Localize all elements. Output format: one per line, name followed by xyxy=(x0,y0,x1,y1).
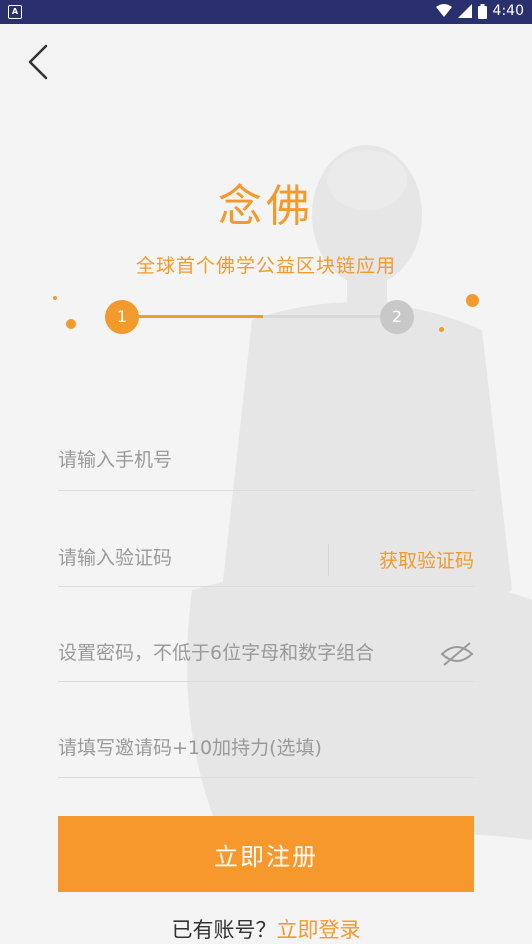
decor-dot xyxy=(439,327,444,332)
phone-input[interactable] xyxy=(58,440,474,480)
app-logo: 念佛 xyxy=(218,181,314,232)
decor-dot xyxy=(66,319,76,329)
step-progress-active xyxy=(138,315,263,318)
back-arrow-icon[interactable] xyxy=(22,40,58,84)
signal-icon xyxy=(457,4,472,18)
eye-hidden-icon[interactable] xyxy=(440,641,474,667)
decor-dot xyxy=(53,296,57,300)
get-code-button[interactable]: 获取验证码 xyxy=(379,546,474,573)
login-prompt-row: 已有账号？立即登录 xyxy=(0,914,532,944)
register-button[interactable]: 立即注册 xyxy=(58,816,474,892)
divider xyxy=(328,544,329,576)
status-bar: A 4:40 xyxy=(0,0,532,24)
step-1-indicator: 1 xyxy=(105,300,139,334)
login-prompt-text: 已有账号？ xyxy=(171,918,277,942)
decor-dot xyxy=(466,294,479,307)
invite-code-field xyxy=(58,728,474,778)
password-field xyxy=(58,633,474,682)
verification-code-input[interactable] xyxy=(58,538,318,578)
battery-icon xyxy=(477,3,487,19)
password-input[interactable] xyxy=(58,633,438,673)
invite-code-input[interactable] xyxy=(58,728,474,768)
login-link[interactable]: 立即登录 xyxy=(277,918,361,942)
step-2-indicator: 2 xyxy=(380,300,414,334)
wifi-icon xyxy=(435,4,452,17)
status-time: 4:40 xyxy=(492,3,524,19)
notification-icon: A xyxy=(8,5,22,19)
app-tagline: 全球首个佛学公益区块链应用 xyxy=(135,255,396,277)
verification-code-field: 获取验证码 xyxy=(58,538,474,587)
step-progress-idle xyxy=(263,315,383,318)
phone-field xyxy=(58,440,474,491)
